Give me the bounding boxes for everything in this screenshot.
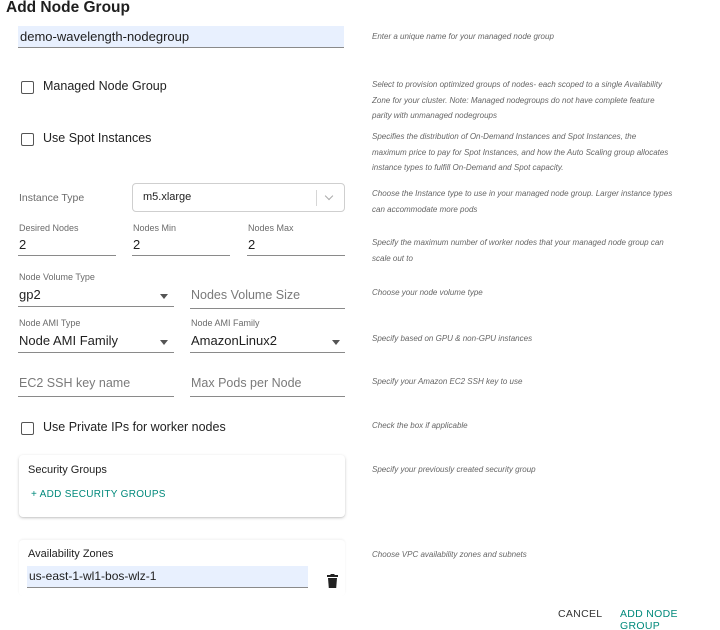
nodes-max-label: Nodes Max: [248, 223, 294, 233]
security-groups-help: Specify your previously created security…: [372, 465, 536, 474]
cancel-button[interactable]: CANCEL: [558, 608, 602, 620]
add-security-groups-button[interactable]: + ADD SECURITY GROUPS: [31, 489, 166, 500]
availability-zones-help: Choose VPC availability zones and subnet…: [372, 550, 527, 559]
availability-zone-value: us-east-1-wl1-bos-wlz-1: [29, 569, 157, 583]
desired-nodes-label: Desired Nodes: [19, 223, 79, 233]
chevron-down-icon: [324, 191, 334, 201]
managed-node-group-checkbox[interactable]: [21, 81, 34, 94]
instance-type-help: Choose the Instance type to use in your …: [372, 189, 673, 214]
node-volume-type-label: Node Volume Type: [19, 272, 95, 282]
trash-icon[interactable]: [327, 574, 338, 588]
add-node-group-button[interactable]: ADD NODE GROUP: [620, 608, 720, 630]
spot-instances-label[interactable]: Use Spot Instances: [43, 131, 151, 145]
desired-nodes-input[interactable]: 2: [19, 237, 26, 252]
nodegroup-name-input[interactable]: demo-wavelength-nodegroup: [18, 26, 344, 48]
nodes-volume-size-input[interactable]: Nodes Volume Size: [191, 288, 300, 302]
instance-type-select[interactable]: m5.xlarge: [132, 183, 345, 212]
node-volume-help: Choose your node volume type: [372, 288, 483, 297]
select-divider: [316, 190, 317, 206]
chevron-down-icon: [160, 294, 168, 299]
node-ami-family-label: Node AMI Family: [191, 318, 260, 328]
dialog-title: Add Node Group: [6, 0, 130, 16]
node-ami-family-underline: [190, 352, 345, 353]
availability-zones-card: Availability Zones us-east-1-wl1-bos-wlz…: [19, 540, 345, 596]
ssh-key-name-underline: [18, 396, 174, 397]
nodegroup-name-value: demo-wavelength-nodegroup: [20, 29, 190, 44]
private-ips-label[interactable]: Use Private IPs for worker nodes: [43, 420, 226, 434]
node-ami-type-select[interactable]: Node AMI Family: [19, 333, 118, 348]
nodes-volume-size-underline: [190, 308, 345, 309]
chevron-down-icon: [160, 340, 168, 345]
ssh-key-help: Specify your Amazon EC2 SSH key to use: [372, 377, 523, 386]
node-ami-type-label: Node AMI Type: [19, 318, 81, 328]
node-ami-family-select[interactable]: AmazonLinux2: [191, 333, 277, 348]
nodegroup-name-help: Enter a unique name for your managed nod…: [372, 32, 554, 41]
spot-instances-help: Specifies the distribution of On-Demand …: [372, 132, 669, 172]
max-pods-input[interactable]: Max Pods per Node: [191, 376, 301, 390]
node-ami-type-underline: [18, 352, 174, 353]
spot-instances-checkbox[interactable]: [21, 133, 34, 146]
max-pods-underline: [190, 396, 345, 397]
desired-nodes-underline: [18, 255, 116, 256]
nodes-max-underline: [247, 255, 345, 256]
availability-zones-title: Availability Zones: [28, 548, 114, 560]
nodes-max-input[interactable]: 2: [248, 237, 255, 252]
node-ami-help: Specify based on GPU & non-GPU instances: [372, 334, 533, 343]
ssh-key-name-input[interactable]: EC2 SSH key name: [19, 376, 130, 390]
private-ips-help: Check the box if applicable: [372, 421, 468, 430]
dialog-footer: [0, 596, 720, 630]
nodes-min-label: Nodes Min: [133, 223, 177, 233]
security-groups-card: Security Groups + ADD SECURITY GROUPS: [19, 455, 345, 517]
node-volume-type-select[interactable]: gp2: [19, 287, 41, 302]
instance-type-label: Instance Type: [19, 192, 85, 204]
managed-node-group-help: Select to provision optimized groups of …: [372, 80, 662, 120]
availability-zone-input[interactable]: us-east-1-wl1-bos-wlz-1: [27, 566, 308, 588]
security-groups-title: Security Groups: [28, 464, 107, 476]
nodes-help: Specify the maximum number of worker nod…: [372, 238, 664, 263]
node-volume-type-underline: [18, 306, 174, 307]
nodes-min-underline: [132, 255, 230, 256]
instance-type-value: m5.xlarge: [143, 191, 192, 203]
private-ips-checkbox[interactable]: [21, 422, 34, 435]
managed-node-group-label[interactable]: Managed Node Group: [43, 79, 167, 93]
nodes-min-input[interactable]: 2: [133, 237, 140, 252]
chevron-down-icon: [332, 340, 340, 345]
